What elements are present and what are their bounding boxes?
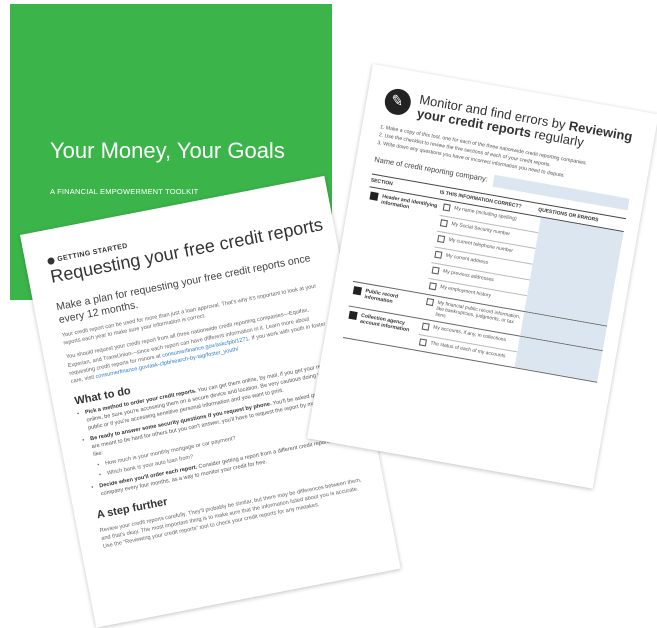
user-icon <box>46 256 56 266</box>
checklist-cell: My name (including spelling) My Social Se… <box>426 199 541 311</box>
section-name: Collection agency account information <box>359 312 410 333</box>
checklist-table: SECTION IS THIS INFORMATION CORRECT? QUE… <box>343 173 627 383</box>
folder-icon <box>352 285 363 295</box>
review-worksheet: Monitor and find errors by Reviewing you… <box>307 64 657 489</box>
checkbox[interactable] <box>434 250 443 259</box>
person-icon <box>369 191 379 201</box>
checkbox[interactable] <box>431 265 440 275</box>
checkbox[interactable] <box>428 281 437 290</box>
checkbox[interactable] <box>418 337 428 346</box>
checkbox[interactable] <box>437 234 446 243</box>
cover-title: Your Money, Your Goals <box>50 138 285 163</box>
checkbox[interactable] <box>439 218 449 227</box>
checkbox[interactable] <box>426 297 435 306</box>
checkbox[interactable] <box>421 322 430 331</box>
pencil-icon <box>382 86 413 117</box>
checkbox[interactable] <box>442 202 451 212</box>
questions-cell[interactable] <box>524 217 624 326</box>
collection-icon <box>348 310 358 320</box>
